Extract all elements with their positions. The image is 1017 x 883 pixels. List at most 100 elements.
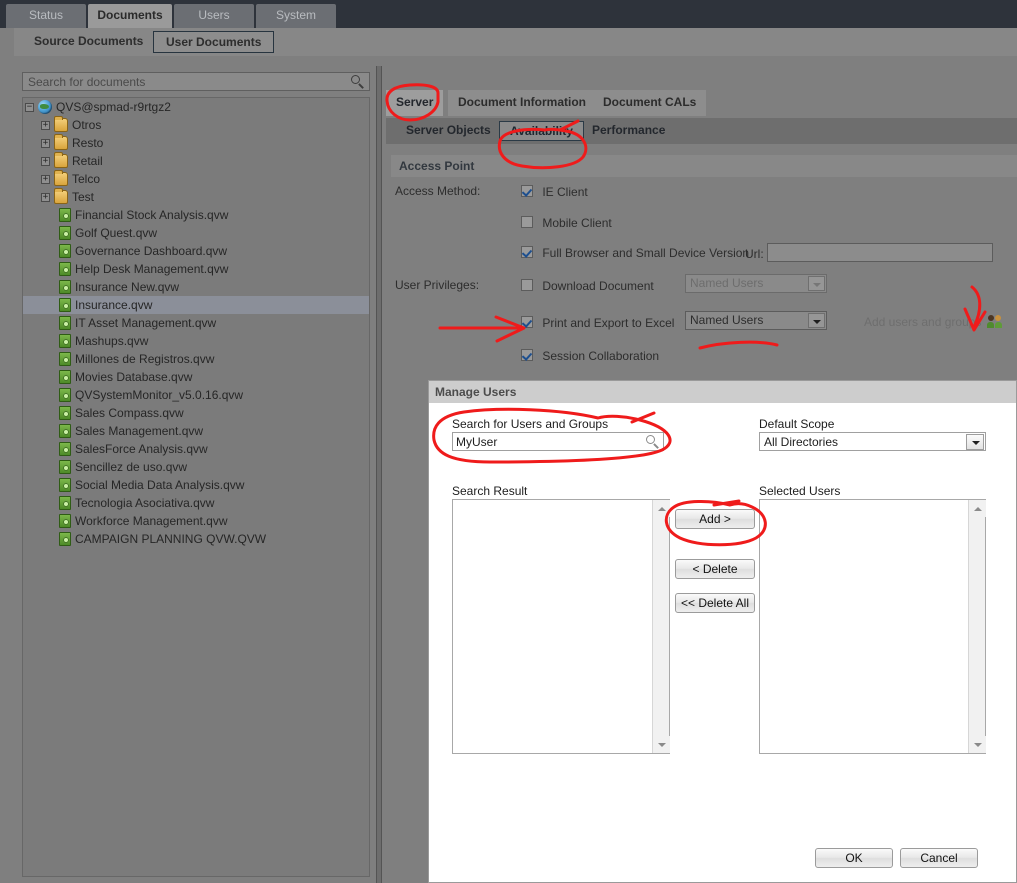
url-input[interactable] — [768, 244, 992, 261]
tree-item[interactable]: Movies Database.qvw — [23, 368, 369, 386]
tree-item[interactable]: Mashups.qvw — [23, 332, 369, 350]
selected-users-listbox[interactable] — [759, 499, 986, 754]
tab-status[interactable]: Status — [6, 4, 86, 28]
inner-tab-performance[interactable]: Performance — [582, 121, 675, 141]
tree-item[interactable]: + Telco — [23, 169, 369, 188]
tab-documents[interactable]: Documents — [88, 4, 172, 28]
delete-button[interactable]: < Delete — [675, 559, 755, 579]
main-tab-bar: Status Documents Users System — [0, 0, 1017, 28]
tab-users[interactable]: Users — [174, 4, 254, 28]
tree-item[interactable]: QVSystemMonitor_v5.0.16.qvw — [23, 386, 369, 404]
scroll-down-icon[interactable] — [969, 736, 986, 753]
scroll-up-icon[interactable] — [969, 500, 986, 517]
add-users-and-groups-link[interactable]: Add users and groups — [864, 315, 1003, 329]
session-collaboration-checkbox[interactable] — [521, 348, 533, 361]
add-button[interactable]: Add > — [675, 509, 755, 529]
selected-users-scrollbar[interactable] — [968, 500, 986, 753]
qvw-document-icon — [59, 315, 71, 330]
search-result-listbox[interactable] — [452, 499, 670, 754]
server-inner-tab-bar: Server Objects Availability Performance — [386, 118, 1017, 144]
tree-item[interactable]: IT Asset Management.qvw — [23, 314, 369, 332]
checkbox-row-download-document[interactable]: Download Document — [521, 278, 654, 293]
checkbox-row-session-collaboration[interactable]: Session Collaboration — [521, 348, 659, 363]
download-document-checkbox[interactable] — [521, 278, 533, 291]
subtab-source-documents[interactable]: Source Documents — [22, 31, 155, 53]
tree-item[interactable]: Sales Compass.qvw — [23, 404, 369, 422]
checkbox-row-mobile-client[interactable]: Mobile Client — [521, 215, 612, 230]
scroll-down-icon[interactable] — [653, 736, 670, 753]
collapse-icon[interactable]: − — [25, 103, 34, 113]
checkbox-row-ie-client[interactable]: IE Client — [521, 184, 588, 199]
tree-item-label: Golf Quest.qvw — [75, 226, 158, 240]
download-document-cal-dropdown[interactable]: Named Users — [685, 274, 827, 293]
qvw-document-icon — [59, 243, 71, 258]
subtab-user-documents[interactable]: User Documents — [153, 31, 275, 53]
tab-server[interactable]: Server — [386, 90, 444, 116]
tree-item[interactable]: Golf Quest.qvw — [23, 224, 369, 242]
full-browser-checkbox[interactable] — [521, 245, 533, 258]
search-input[interactable] — [26, 74, 346, 89]
expand-icon[interactable]: + — [41, 193, 50, 203]
document-search-box[interactable] — [22, 72, 370, 91]
tree-item-label: CAMPAIGN PLANNING QVW.QVW — [75, 532, 267, 546]
expand-icon[interactable]: + — [41, 121, 50, 131]
tree-item[interactable]: Insurance New.qvw — [23, 278, 369, 296]
chevron-down-icon — [808, 313, 825, 328]
tree-item[interactable]: CAMPAIGN PLANNING QVW.QVW — [23, 530, 369, 548]
cancel-button[interactable]: Cancel — [900, 848, 978, 868]
print-export-cal-dropdown[interactable]: Named Users — [685, 311, 827, 330]
tree-item[interactable]: + Resto — [23, 133, 369, 152]
access-method-label: Access Method: — [395, 184, 481, 198]
tree-item[interactable]: + Test — [23, 187, 369, 206]
qvw-document-icon — [59, 225, 71, 240]
tab-document-cals[interactable]: Document CALs — [593, 90, 707, 116]
tree-item-label: Movies Database.qvw — [75, 370, 193, 384]
search-icon[interactable] — [646, 435, 660, 449]
qvw-document-icon — [59, 279, 71, 294]
search-result-label: Search Result — [452, 484, 528, 498]
expand-icon[interactable]: + — [41, 139, 50, 149]
checkbox-row-full-browser[interactable]: Full Browser and Small Device Version — [521, 245, 749, 260]
tree-item-label: Sencillez de uso.qvw — [75, 460, 188, 474]
tree-item[interactable]: − QVS@spmad-r9rtgz2 — [23, 98, 369, 116]
ie-client-checkbox[interactable] — [521, 184, 533, 197]
ok-button[interactable]: OK — [815, 848, 893, 868]
add-users-and-groups-label: Add users and groups — [864, 315, 982, 329]
mobile-client-checkbox[interactable] — [521, 215, 533, 228]
expand-icon[interactable]: + — [41, 157, 50, 167]
default-scope-value: All Directories — [764, 435, 839, 449]
tree-item[interactable]: + Otros — [23, 115, 369, 134]
tree-item[interactable]: Millones de Registros.qvw — [23, 350, 369, 368]
document-tree[interactable]: − QVS@spmad-r9rtgz2 + Otros + Resto + Retail + Te… — [22, 97, 370, 877]
tree-item[interactable]: Insurance.qvw — [23, 296, 369, 314]
checkbox-row-print-export[interactable]: Print and Export to Excel — [521, 315, 674, 330]
tab-document-information[interactable]: Document Information — [448, 90, 596, 116]
qvw-document-icon — [59, 477, 71, 492]
search-users-input[interactable] — [453, 433, 663, 450]
default-scope-label: Default Scope — [759, 417, 835, 431]
tab-system[interactable]: System — [256, 4, 336, 28]
delete-all-button[interactable]: << Delete All — [675, 593, 755, 613]
inner-tab-server-objects[interactable]: Server Objects — [396, 121, 501, 141]
tree-item[interactable]: Help Desk Management.qvw — [23, 260, 369, 278]
print-and-export-checkbox[interactable] — [521, 315, 533, 328]
tree-item[interactable]: Sales Management.qvw — [23, 422, 369, 440]
search-users-field[interactable] — [452, 432, 664, 451]
inner-tab-availability[interactable]: Availability — [499, 121, 584, 141]
scroll-up-icon[interactable] — [653, 500, 670, 517]
tree-item-label: Millones de Registros.qvw — [75, 352, 215, 366]
tree-item[interactable]: Workforce Management.qvw — [23, 512, 369, 530]
search-result-scrollbar[interactable] — [652, 500, 670, 753]
tree-item-label: Workforce Management.qvw — [75, 514, 228, 528]
tree-item[interactable]: SalesForce Analysis.qvw — [23, 440, 369, 458]
tree-item[interactable]: Financial Stock Analysis.qvw — [23, 206, 369, 224]
tree-item[interactable]: + Retail — [23, 151, 369, 170]
url-field[interactable] — [767, 243, 993, 262]
tree-item[interactable]: Social Media Data Analysis.qvw — [23, 476, 369, 494]
panel-splitter[interactable] — [376, 66, 382, 883]
default-scope-dropdown[interactable]: All Directories — [759, 432, 986, 451]
tree-item[interactable]: Tecnologia Asociativa.qvw — [23, 494, 369, 512]
expand-icon[interactable]: + — [41, 175, 50, 185]
tree-item[interactable]: Governance Dashboard.qvw — [23, 242, 369, 260]
tree-item[interactable]: Sencillez de uso.qvw — [23, 458, 369, 476]
